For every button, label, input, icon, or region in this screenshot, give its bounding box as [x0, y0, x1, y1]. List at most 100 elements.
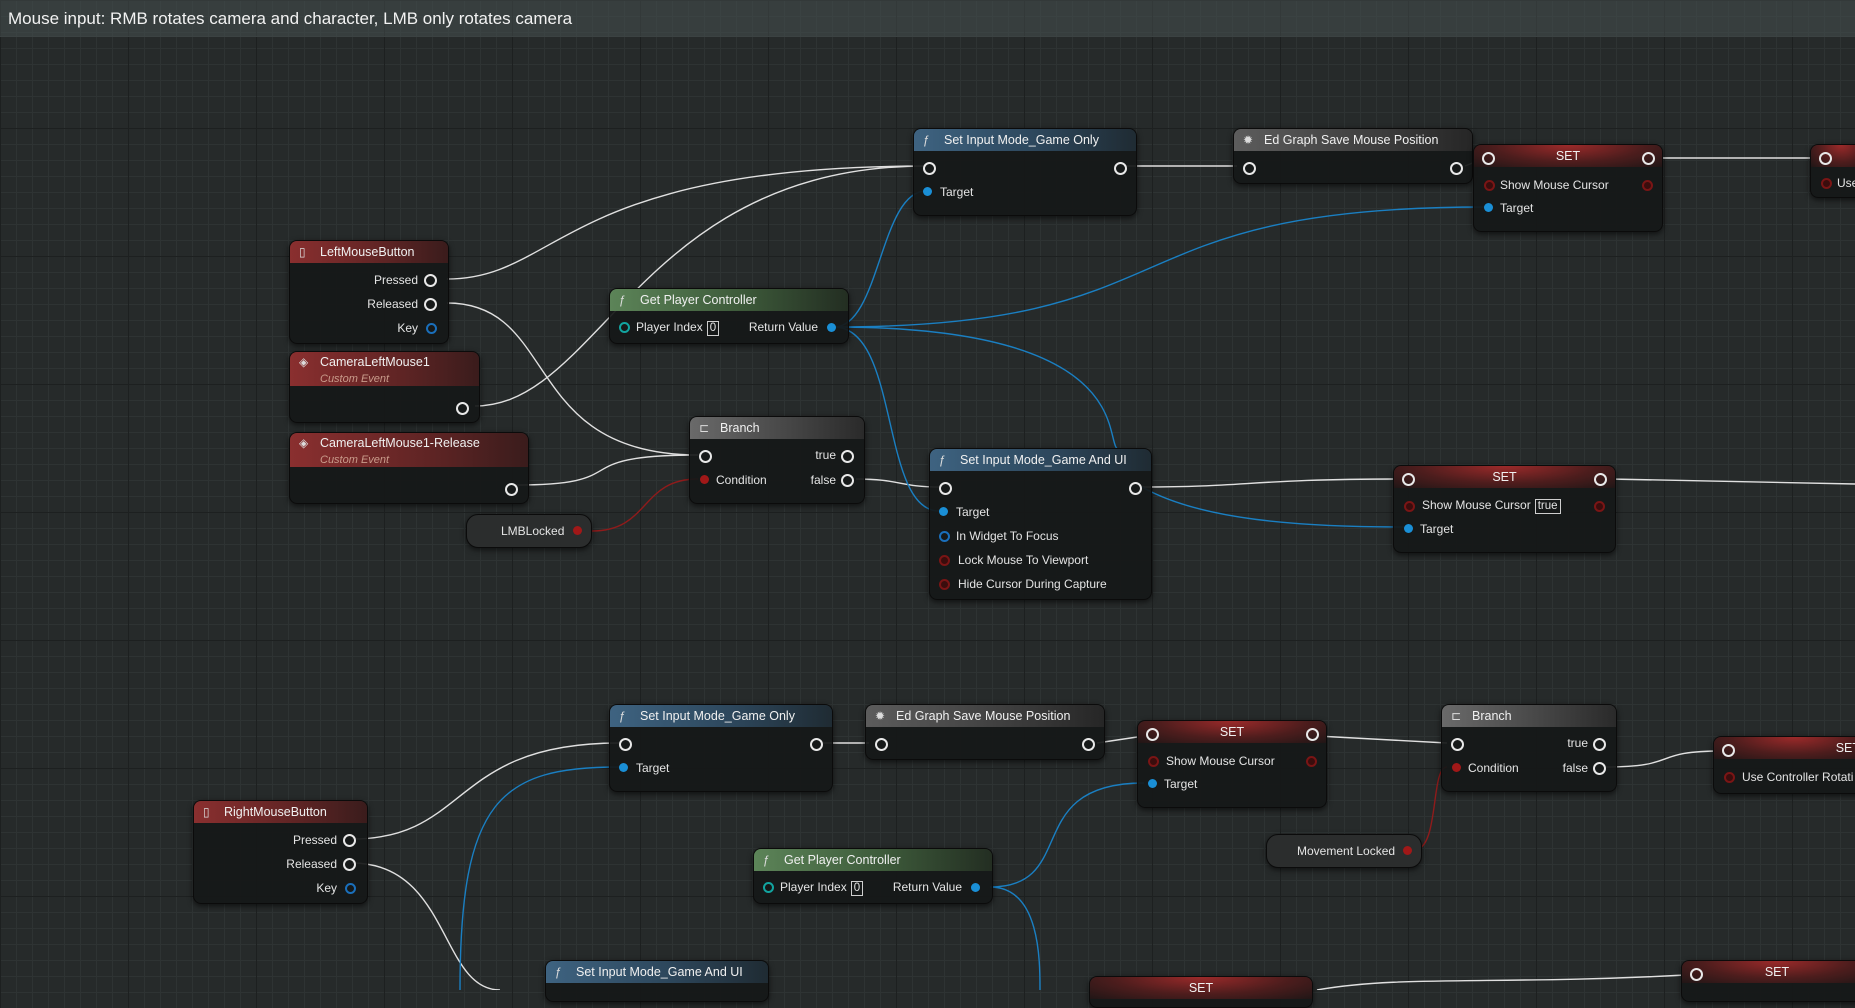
bool-out-pin[interactable]	[1594, 501, 1605, 512]
node-ed-graph-save-mouse-position-2[interactable]: ✹ Ed Graph Save Mouse Position	[865, 704, 1105, 760]
node-set-input-mode-game-and-ui-1[interactable]: ƒ Set Input Mode_Game And UI Target In Wi…	[929, 448, 1152, 600]
pin-label-show-mouse-cursor: Show Mouse Cursor true	[1422, 497, 1561, 514]
node-get-movement-locked[interactable]: Movement Locked	[1266, 834, 1422, 868]
bool-in-pin[interactable]	[1148, 756, 1159, 767]
target-pin[interactable]	[923, 187, 932, 196]
exec-out-pin[interactable]	[1450, 162, 1463, 175]
exec-released-pin[interactable]	[343, 858, 356, 871]
node-branch-1[interactable]: ⊏ Branch true Condition false	[689, 416, 865, 504]
player-index-pin[interactable]	[763, 882, 774, 893]
node-ed-graph-save-mouse-position-1[interactable]: ✹ Ed Graph Save Mouse Position	[1233, 128, 1473, 184]
condition-pin[interactable]	[1452, 763, 1461, 772]
return-value-pin[interactable]	[971, 883, 980, 892]
condition-pin[interactable]	[700, 475, 709, 484]
return-value-pin[interactable]	[827, 323, 836, 332]
node-custom-event-camera-left-mouse-release[interactable]: ◈ CameraLeftMouse1-Release Custom Event	[289, 432, 529, 504]
exec-out-pin[interactable]	[1642, 152, 1655, 165]
node-get-player-controller-1[interactable]: ƒ Get Player Controller Player Index 0 Ret…	[609, 288, 849, 344]
pin-label-player-index: Player Index 0	[780, 879, 864, 896]
bool-out-pin[interactable]	[1403, 846, 1412, 855]
exec-in-pin[interactable]	[1402, 473, 1415, 486]
player-index-label: Player Index	[780, 880, 847, 894]
node-set-show-mouse-cursor-1[interactable]: SET Show Mouse Cursor Target	[1473, 144, 1663, 232]
branch-icon: ⊏	[1451, 709, 1462, 723]
bool-in-pin[interactable]	[1404, 501, 1415, 512]
key-pin[interactable]	[426, 323, 437, 334]
node-set-show-mouse-cursor-2[interactable]: SET Show Mouse Cursor true Target	[1393, 465, 1616, 553]
exec-false-pin[interactable]	[1593, 762, 1606, 775]
lock-mouse-pin[interactable]	[939, 555, 950, 566]
exec-in-pin[interactable]	[1482, 152, 1495, 165]
pin-label-player-index: Player Index 0	[636, 319, 720, 336]
node-title: Set Input Mode_Game And UI	[576, 965, 743, 979]
exec-out-pin[interactable]	[810, 738, 823, 751]
bool-out-pin[interactable]	[1642, 180, 1653, 191]
exec-out-pin[interactable]	[1114, 162, 1127, 175]
pin-label-use: Use	[1837, 176, 1855, 190]
exec-out-pin[interactable]	[1129, 482, 1142, 495]
target-pin[interactable]	[619, 763, 628, 772]
node-get-lmb-locked[interactable]: LMBLocked	[466, 514, 592, 548]
exec-in-pin[interactable]	[619, 738, 632, 751]
pin-label-target: Target	[1164, 777, 1198, 791]
node-branch-2[interactable]: ⊏ Branch true Condition false	[1441, 704, 1617, 792]
widget-pin[interactable]	[939, 531, 950, 542]
exec-in-pin[interactable]	[875, 738, 888, 751]
exec-released-pin[interactable]	[424, 298, 437, 311]
bool-in-pin[interactable]	[1484, 180, 1495, 191]
exec-out-pin[interactable]	[1306, 728, 1319, 741]
target-pin[interactable]	[1148, 779, 1157, 788]
node-left-mouse-button[interactable]: ▯ LeftMouseButton Pressed Released Key	[289, 240, 449, 344]
exec-pressed-pin[interactable]	[343, 834, 356, 847]
exec-in-pin[interactable]	[939, 482, 952, 495]
bool-in-pin[interactable]	[1821, 178, 1832, 189]
bool-in-pin[interactable]	[1724, 772, 1735, 783]
node-set-use-controller-rotation[interactable]: SET Use Controller Rotati	[1713, 736, 1855, 794]
bool-out-pin[interactable]	[573, 526, 582, 535]
pin-label-use-controller-rotation: Use Controller Rotati	[1742, 770, 1854, 784]
exec-true-pin[interactable]	[1593, 738, 1606, 751]
exec-out-pin[interactable]	[456, 402, 469, 415]
exec-in-pin[interactable]	[1451, 738, 1464, 751]
node-custom-event-camera-left-mouse[interactable]: ◈ CameraLeftMouse1 Custom Event	[289, 351, 480, 423]
exec-in-pin[interactable]	[1146, 728, 1159, 741]
exec-out-pin[interactable]	[1082, 738, 1095, 751]
node-set-partial-right-1[interactable]: Use	[1810, 144, 1855, 198]
node-right-mouse-button[interactable]: ▯ RightMouseButton Pressed Released Key	[193, 800, 368, 904]
pin-label-target: Target	[636, 761, 670, 775]
node-set-input-mode-game-and-ui-2[interactable]: ƒ Set Input Mode_Game And UI	[545, 960, 769, 1002]
node-title: RightMouseButton	[224, 805, 327, 819]
key-pin[interactable]	[345, 883, 356, 894]
target-pin[interactable]	[939, 507, 948, 516]
node-set-bottom-2[interactable]: SET	[1681, 960, 1855, 1002]
player-index-input[interactable]: 0	[850, 881, 864, 896]
node-set-show-mouse-cursor-3[interactable]: SET Show Mouse Cursor Target	[1137, 720, 1327, 808]
show-mouse-cursor-value[interactable]: true	[1534, 499, 1561, 514]
target-pin[interactable]	[1484, 203, 1493, 212]
exec-in-pin[interactable]	[1819, 152, 1832, 165]
node-set-bottom-1[interactable]: SET	[1089, 976, 1313, 1008]
exec-out-pin[interactable]	[1594, 473, 1607, 486]
bool-out-pin[interactable]	[1306, 756, 1317, 767]
hide-cursor-pin[interactable]	[939, 579, 950, 590]
exec-in-pin[interactable]	[923, 162, 936, 175]
target-pin[interactable]	[1404, 524, 1413, 533]
player-index-input[interactable]: 0	[706, 321, 720, 336]
exec-in-pin[interactable]	[1243, 162, 1256, 175]
exec-in-pin[interactable]	[699, 450, 712, 463]
node-subtitle: Custom Event	[320, 373, 390, 385]
exec-pressed-pin[interactable]	[424, 274, 437, 287]
exec-out-pin[interactable]	[505, 483, 518, 496]
player-index-pin[interactable]	[619, 322, 630, 333]
wire-rmb-released	[351, 862, 501, 990]
exec-false-pin[interactable]	[841, 474, 854, 487]
node-get-player-controller-2[interactable]: ƒ Get Player Controller Player Index 0 Ret…	[753, 848, 993, 904]
wire-cam-release	[514, 454, 699, 486]
exec-in-pin[interactable]	[1690, 968, 1703, 981]
node-title: CameraLeftMouse1	[320, 355, 430, 369]
pin-label-condition: Condition	[716, 473, 767, 487]
exec-in-pin[interactable]	[1722, 744, 1735, 757]
node-set-input-mode-game-only-1[interactable]: ƒ Set Input Mode_Game Only Target	[913, 128, 1137, 216]
node-set-input-mode-game-only-2[interactable]: ƒ Set Input Mode_Game Only Target	[609, 704, 833, 792]
exec-true-pin[interactable]	[841, 450, 854, 463]
